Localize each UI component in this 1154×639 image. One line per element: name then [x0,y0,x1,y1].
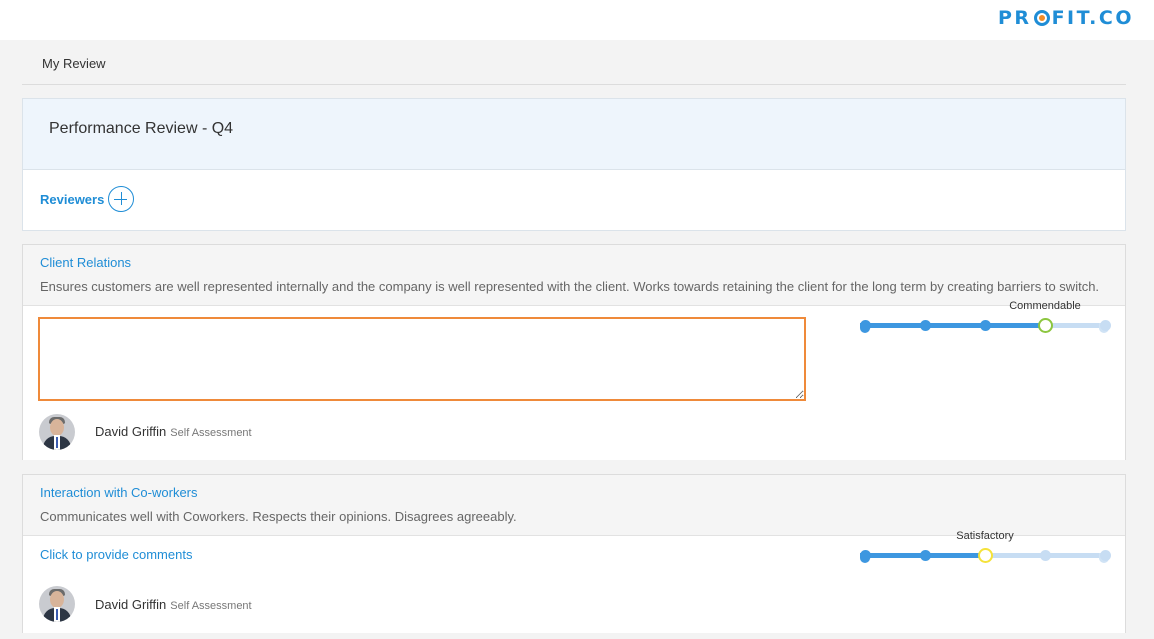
slider-fill [865,323,1045,328]
competency-body: Click to provide comments Satisfactory D… [23,530,1125,633]
slider-step-dot[interactable] [919,550,931,561]
competency-title: Interaction with Co-workers [40,485,198,500]
review-header: Performance Review - Q4 [22,98,1126,170]
avatar [39,414,75,450]
rating-slider[interactable]: Commendable [859,300,1111,339]
rating-label: Satisfactory [956,530,1014,542]
top-bar: PR FIT.CO [0,0,1154,40]
assessor-role: Self Assessment [170,600,252,612]
assessor-name: David Griffin [95,424,167,439]
competency-description: Ensures customers are well represented i… [40,279,1100,294]
assessor: David Griffin Self Assessment [95,597,252,612]
competency-body: Commendable David Griffin Self Assessment [23,300,1125,460]
slider-handle[interactable] [977,548,993,563]
profitco-logo[interactable]: PR FIT.CO [998,7,1134,29]
provide-comments-link[interactable]: Click to provide comments [40,547,192,562]
breadcrumb-bar: My Review [22,44,1126,85]
assessor-name: David Griffin [95,597,167,612]
competency-description: Communicates well with Coworkers. Respec… [40,509,517,524]
logo-text-start: PR [998,7,1032,29]
slider-step-dot[interactable] [979,320,991,331]
breadcrumb-my-review[interactable]: My Review [42,56,106,71]
slider-handle[interactable] [1037,318,1053,333]
slider-step-dot[interactable] [859,550,871,561]
competency-header: Client Relations Ensures customers are w… [23,245,1125,306]
add-reviewer-plus-icon[interactable] [108,186,134,212]
slider-step-dot[interactable] [859,320,871,331]
rating-slider[interactable]: Satisfactory [859,530,1111,569]
assessor: David Griffin Self Assessment [95,424,252,439]
slider-step-dot[interactable] [1099,320,1111,331]
comment-textarea[interactable] [38,317,806,401]
slider-step-dot[interactable] [1099,550,1111,561]
competency-header: Interaction with Co-workers Communicates… [23,475,1125,536]
logo-text-end: FIT.CO [1051,7,1134,29]
rating-label: Commendable [1009,300,1081,312]
slider-step-dot[interactable] [1039,550,1051,561]
reviewers-label[interactable]: Reviewers [40,192,104,207]
logo-target-icon [1033,10,1050,26]
slider-step-dot[interactable] [919,320,931,331]
reviewers-panel: Reviewers [22,170,1126,231]
competency-title: Client Relations [40,255,132,270]
assessor-role: Self Assessment [170,427,252,439]
avatar [39,586,75,622]
competency-interaction-coworkers: Interaction with Co-workers Communicates… [22,474,1126,633]
competency-client-relations: Client Relations Ensures customers are w… [22,244,1126,460]
page-title: Performance Review - Q4 [49,120,234,137]
